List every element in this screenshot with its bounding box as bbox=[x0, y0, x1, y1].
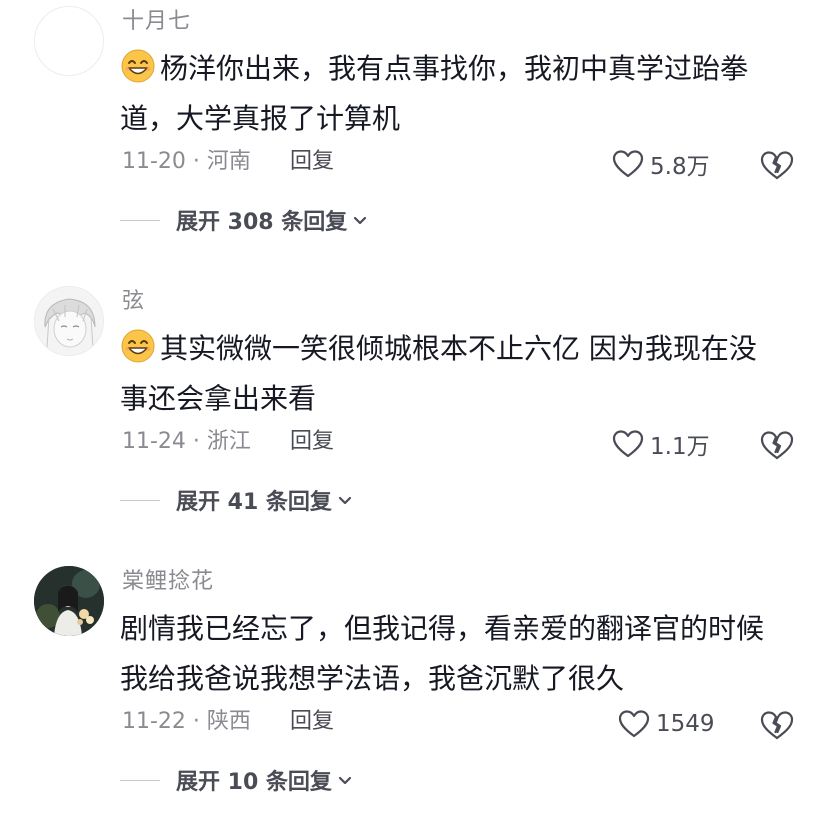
broken-heart-icon bbox=[760, 431, 794, 460]
comment-text-line: 道，大学真报了计算机 bbox=[120, 102, 401, 135]
comment-meta: 11-24 · 浙江 bbox=[122, 429, 251, 454]
expand-replies-button[interactable]: 展开 10 条回复 bbox=[120, 763, 354, 797]
comment-meta: 11-22 · 陕西 bbox=[122, 709, 251, 734]
comment-item: 棠鲤捻花 剧情我已经忘了，但我记得，看亲爱的翻译官的时候 我给我爸说我想学法语，… bbox=[0, 560, 828, 840]
dislike-button[interactable] bbox=[760, 708, 794, 742]
comment-text: 杨洋你出来，我有点事找你，我初中真学过跆拳 道，大学真报了计算机 bbox=[120, 44, 800, 144]
like-count: 5.8万 bbox=[650, 154, 710, 180]
divider bbox=[120, 219, 160, 221]
username[interactable]: 弦 bbox=[122, 286, 145, 318]
expand-replies-button[interactable]: 展开 41 条回复 bbox=[120, 483, 354, 517]
expand-replies-label: 展开 10 条回复 bbox=[176, 770, 332, 795]
like-button[interactable]: 1.1万 bbox=[612, 426, 710, 462]
smiling-face-icon bbox=[121, 49, 155, 83]
dislike-button[interactable] bbox=[760, 428, 794, 462]
reply-button[interactable]: 回复 bbox=[290, 706, 334, 738]
broken-heart-icon bbox=[760, 711, 794, 740]
chevron-down-icon bbox=[354, 216, 367, 225]
avatar[interactable] bbox=[34, 566, 104, 636]
expand-replies-button[interactable]: 展开 308 条回复 bbox=[120, 203, 369, 237]
divider bbox=[120, 779, 160, 781]
like-button[interactable]: 5.8万 bbox=[612, 146, 710, 182]
comment-text: 其实微微一笑很倾城根本不止六亿 因为我现在没 事还会拿出来看 bbox=[120, 324, 800, 424]
username[interactable]: 棠鲤捻花 bbox=[122, 566, 214, 598]
comment-text-line: 我给我爸说我想学法语，我爸沉默了很久 bbox=[120, 662, 625, 695]
chevron-down-icon bbox=[338, 776, 352, 785]
comment-text-line: 其实微微一笑很倾城根本不止六亿 因为我现在没 bbox=[160, 332, 757, 365]
reply-button[interactable]: 回复 bbox=[290, 426, 334, 458]
comment-text: 剧情我已经忘了，但我记得，看亲爱的翻译官的时候 我给我爸说我想学法语，我爸沉默了… bbox=[120, 604, 810, 704]
comment-text-line: 杨洋你出来，我有点事找你，我初中真学过跆拳 bbox=[160, 52, 749, 85]
comment-item: 十月七 杨洋你出来，我有点事找你，我初中真学过跆拳 道，大学真报了计算机 11-… bbox=[0, 0, 828, 280]
chevron-down-icon bbox=[338, 496, 352, 505]
heart-icon bbox=[612, 150, 644, 178]
reply-button[interactable]: 回复 bbox=[290, 146, 334, 178]
broken-heart-icon bbox=[760, 151, 794, 180]
expand-replies-label: 展开 308 条回复 bbox=[176, 210, 348, 235]
comment-item: 弦 其实微微一笑很倾城根本不止六亿 因为我现在没 事还会拿出来看 11-24 ·… bbox=[0, 280, 828, 560]
blank-avatar-icon bbox=[35, 7, 103, 75]
avatar[interactable] bbox=[34, 6, 104, 76]
dislike-button[interactable] bbox=[760, 148, 794, 182]
username[interactable]: 十月七 bbox=[122, 6, 191, 38]
avatar[interactable] bbox=[34, 286, 104, 356]
photo-avatar-icon bbox=[34, 566, 104, 636]
heart-icon bbox=[618, 710, 650, 738]
expand-replies-label: 展开 41 条回复 bbox=[176, 490, 332, 515]
comment-text-line: 剧情我已经忘了，但我记得，看亲爱的翻译官的时候 bbox=[120, 612, 765, 645]
like-count: 1.1万 bbox=[650, 434, 710, 460]
like-button[interactable]: 1549 bbox=[618, 706, 715, 742]
divider bbox=[120, 499, 160, 501]
smiling-face-icon bbox=[121, 329, 155, 363]
like-count: 1549 bbox=[656, 711, 715, 737]
heart-icon bbox=[612, 430, 644, 458]
sketch-avatar-icon bbox=[35, 287, 103, 355]
comment-meta: 11-20 · 河南 bbox=[122, 149, 251, 174]
comment-text-line: 事还会拿出来看 bbox=[120, 382, 317, 415]
